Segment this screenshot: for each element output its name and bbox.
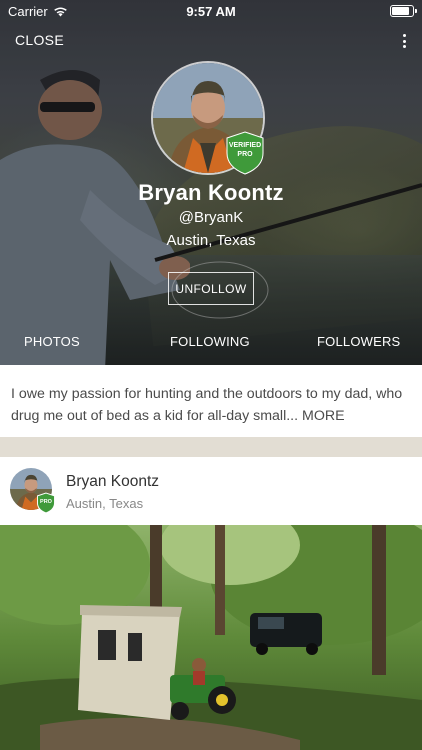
post-author-location: Austin, Texas <box>66 496 144 511</box>
bio-more-link[interactable]: MORE <box>302 408 345 424</box>
post-photo[interactable] <box>0 525 422 750</box>
section-divider <box>0 437 422 457</box>
pro-badge-label: PRO <box>40 499 52 505</box>
profile-avatar[interactable]: VERIFIED PRO <box>151 61 265 175</box>
post-author-avatar[interactable]: PRO <box>10 468 55 514</box>
badge-line2: PRO <box>237 151 253 158</box>
profile-tabs: PHOTOS FOLLOWING FOLLOWERS <box>0 334 422 352</box>
post-author-name[interactable]: Bryan Koontz <box>66 473 159 491</box>
post-photo-image <box>0 525 422 750</box>
verified-pro-badge-label: VERIFIED PRO <box>226 141 264 159</box>
close-button[interactable]: CLOSE <box>15 32 64 48</box>
post-header[interactable]: PRO Bryan Koontz Austin, Texas <box>0 457 422 525</box>
profile-handle: @BryanK <box>178 209 244 226</box>
tab-photos[interactable]: PHOTOS <box>24 334 80 349</box>
status-bar: Carrier 9:57 AM <box>0 0 422 22</box>
status-time: 9:57 AM <box>186 4 236 19</box>
battery-icon <box>390 5 417 17</box>
badge-line1: VERIFIED <box>228 142 262 149</box>
profile-bio: I owe my passion for hunting and the out… <box>0 365 422 437</box>
profile-name: Bryan Koontz <box>138 180 284 205</box>
tab-followers[interactable]: FOLLOWERS <box>317 334 400 349</box>
profile-location: Austin, Texas <box>166 232 256 249</box>
unfollow-button[interactable]: UNFOLLOW <box>168 272 254 305</box>
more-vertical-icon[interactable] <box>398 32 410 50</box>
tab-following[interactable]: FOLLOWING <box>170 334 250 349</box>
